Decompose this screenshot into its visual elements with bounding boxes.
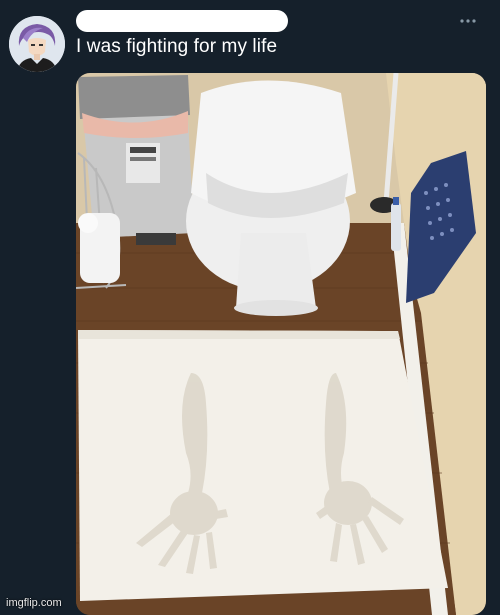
imgflip-watermark: imgflip.com (6, 597, 62, 609)
bathroom-photo (76, 73, 486, 615)
anime-avatar-icon (9, 16, 65, 72)
redacted-username (76, 10, 288, 32)
tweet-media-photo[interactable] (76, 73, 486, 615)
avatar[interactable] (9, 16, 65, 72)
tweet-text: I was fighting for my life (76, 36, 278, 57)
tweet: I was fighting for my life imgflip.com (0, 0, 500, 615)
more-horizontal-icon[interactable] (458, 13, 478, 29)
